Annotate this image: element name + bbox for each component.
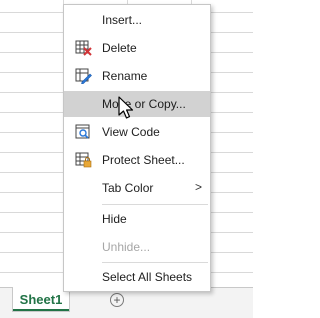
menu-item-label: Unhide...	[102, 240, 151, 254]
menu-item-label: Hide	[102, 212, 127, 226]
menu-item-label: View Code	[102, 125, 160, 139]
menu-item-hide[interactable]: Hide	[64, 206, 210, 232]
menu-item-label: Delete	[102, 41, 137, 55]
menu-item-label: Insert...	[102, 13, 143, 27]
menu-item-rename[interactable]: Rename	[64, 63, 210, 89]
menu-item-move-or-copy[interactable]: Move or Copy...	[64, 91, 210, 117]
menu-item-label: Tab Color	[102, 181, 154, 195]
menu-item-label: Rename	[102, 69, 148, 83]
view-code-icon	[75, 124, 90, 139]
menu-item-select-all-sheets[interactable]: Select All Sheets	[64, 264, 210, 290]
menu-item-protect-sheet[interactable]: Protect Sheet...	[64, 147, 210, 173]
menu-item-delete[interactable]: Delete	[64, 35, 210, 61]
menu-item-unhide: Unhide...	[64, 234, 210, 260]
protect-sheet-icon	[75, 152, 92, 168]
rename-sheet-icon	[75, 68, 92, 84]
menu-item-label: Select All Sheets	[102, 270, 193, 284]
sheet-context-menu: Insert... Delete Rename Move or Copy...	[63, 4, 211, 292]
menu-separator	[102, 204, 208, 205]
add-sheet-icon[interactable]: +	[110, 293, 124, 307]
menu-item-label: Protect Sheet...	[102, 153, 185, 167]
menu-item-label: Move or Copy...	[102, 97, 186, 111]
menu-item-insert[interactable]: Insert...	[64, 7, 210, 33]
submenu-arrow-icon: >	[194, 180, 202, 194]
menu-item-view-code[interactable]: View Code	[64, 119, 210, 145]
mouse-pointer-icon	[118, 96, 134, 119]
menu-separator	[102, 262, 208, 263]
menu-item-tab-color[interactable]: Tab Color >	[64, 175, 210, 201]
delete-sheet-icon	[75, 40, 92, 56]
sheet-tab-sheet1[interactable]: Sheet1	[12, 287, 70, 312]
